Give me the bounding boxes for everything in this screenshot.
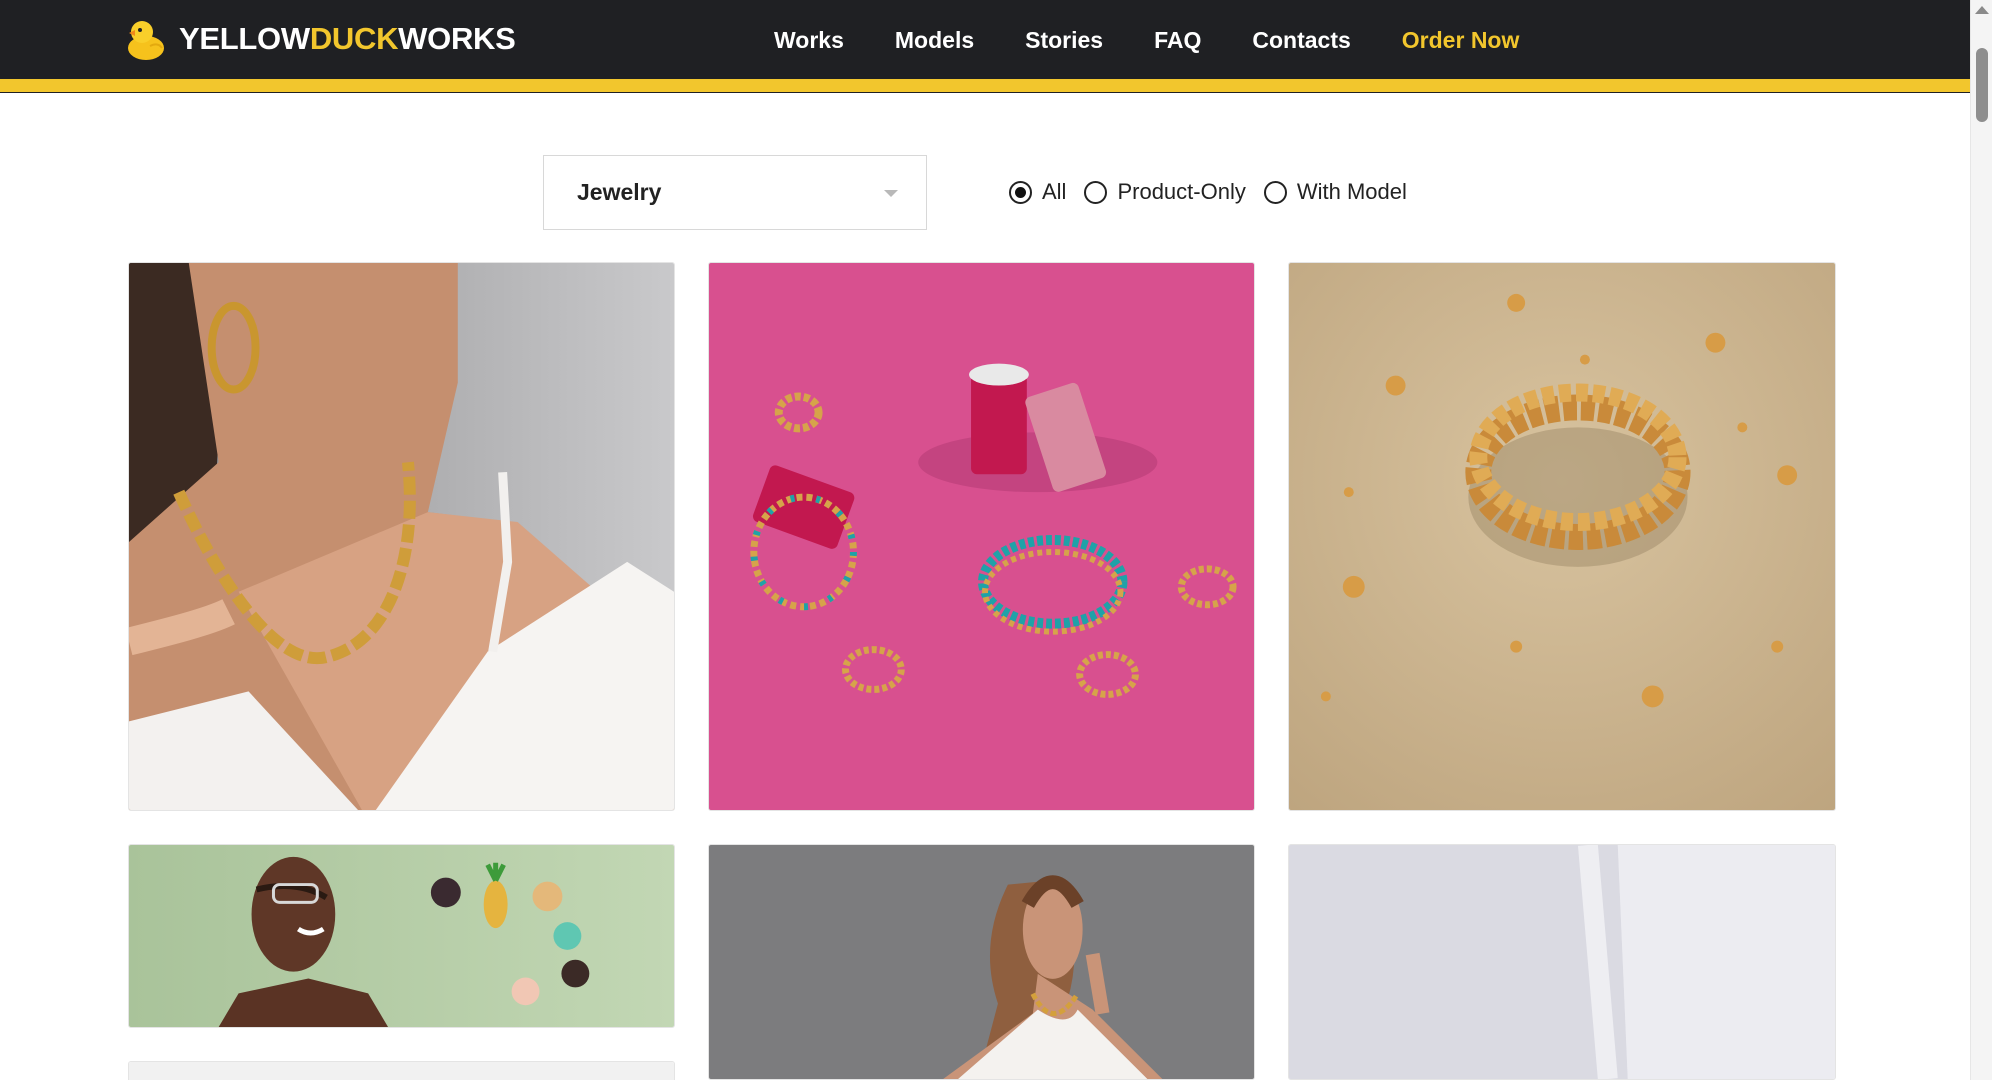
radio-all-indicator[interactable] bbox=[1009, 180, 1032, 204]
page-scrollbar[interactable] bbox=[1970, 0, 1992, 1080]
radio-all-label: All bbox=[1042, 179, 1067, 204]
brand-wordmark: YELLOWDUCKWORKS bbox=[179, 21, 516, 56]
header-accent-stripe bbox=[0, 79, 1970, 92]
category-select[interactable]: Jewelry bbox=[543, 155, 927, 230]
gallery-item-beaded-bracelets[interactable] bbox=[708, 262, 1255, 811]
gallery-image bbox=[1289, 263, 1835, 810]
view-filter-group: All Product-Only With Model bbox=[1009, 177, 1425, 207]
category-select-value: Jewelry bbox=[577, 179, 662, 205]
main-nav: Works Models Stories FAQ Contacts Order … bbox=[774, 22, 1519, 58]
scrollbar-thumb[interactable] bbox=[1976, 48, 1988, 122]
radio-with-model[interactable]: With Model bbox=[1263, 179, 1407, 205]
radio-product-only-indicator[interactable] bbox=[1084, 180, 1108, 204]
chevron-down-icon bbox=[884, 190, 898, 197]
gallery-image bbox=[129, 263, 674, 810]
radio-with-model-label: With Model bbox=[1296, 179, 1407, 204]
gallery-item-model-gold-chain[interactable] bbox=[128, 262, 675, 811]
gallery-image bbox=[129, 1062, 674, 1080]
gallery-item-gold-bead-bracelet[interactable] bbox=[1288, 262, 1836, 811]
radio-with-model-indicator[interactable] bbox=[1263, 180, 1287, 204]
radio-all[interactable]: All bbox=[1009, 179, 1066, 205]
gallery-image bbox=[709, 263, 1254, 810]
gallery-item-model-flower-brooches[interactable] bbox=[128, 844, 675, 1028]
scroll-up-arrow-icon[interactable] bbox=[1975, 6, 1989, 14]
nav-models[interactable]: Models bbox=[895, 27, 974, 54]
gallery-image bbox=[129, 845, 674, 1027]
gallery-item-model-gold-necklace[interactable] bbox=[708, 844, 1255, 1080]
gallery-image bbox=[1289, 845, 1835, 1079]
rubber-duck-icon bbox=[125, 16, 165, 62]
gallery-image bbox=[709, 845, 1254, 1079]
order-now-link[interactable]: Order Now bbox=[1402, 27, 1520, 54]
nav-stories[interactable]: Stories bbox=[1025, 27, 1103, 54]
nav-contacts[interactable]: Contacts bbox=[1252, 27, 1350, 54]
radio-product-only-label: Product-Only bbox=[1117, 179, 1246, 204]
radio-product-only[interactable]: Product-Only bbox=[1084, 179, 1246, 205]
nav-faq[interactable]: FAQ bbox=[1154, 27, 1201, 54]
brand-logo[interactable]: YELLOWDUCKWORKS bbox=[125, 14, 516, 64]
gallery-item-studio-corner[interactable] bbox=[1288, 844, 1836, 1080]
nav-works[interactable]: Works bbox=[774, 27, 844, 54]
gallery-item-partial[interactable] bbox=[128, 1061, 675, 1080]
